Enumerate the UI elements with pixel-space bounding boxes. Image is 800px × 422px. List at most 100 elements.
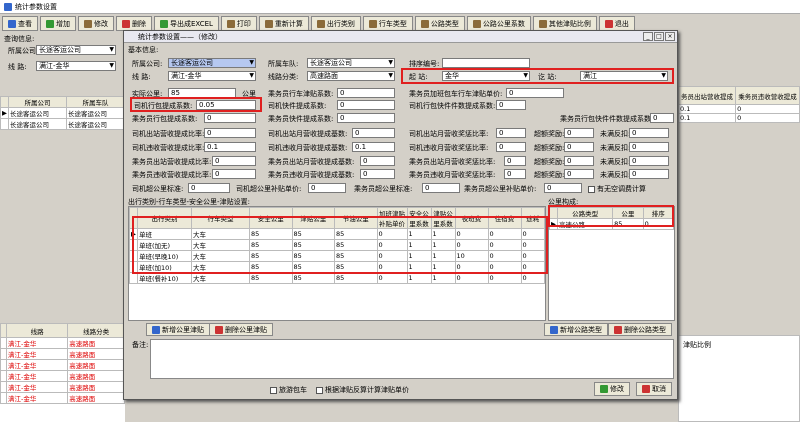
driver-overkm-std-input[interactable]: 0 xyxy=(188,183,230,193)
table-row[interactable]: 满江-金华 高速路面 xyxy=(0,337,125,349)
crew-out-rate-input[interactable]: 0 xyxy=(212,156,256,166)
query-line-label: 线 路: xyxy=(8,63,27,71)
driver-out-ratio-input[interactable]: 0 xyxy=(496,128,526,138)
driver-in-ratio-input[interactable]: 0 xyxy=(496,142,526,152)
driver-parcel-coef-input[interactable]: 0.05 xyxy=(196,100,256,110)
crew-out-bonus-input[interactable]: 0 xyxy=(564,156,594,166)
no-ac-checkbox[interactable]: 有无空调费计算 xyxy=(588,184,646,194)
driver-in-base-input[interactable]: 0.1 xyxy=(352,142,395,152)
query-company-select[interactable]: 长途客运公司 xyxy=(36,45,116,55)
road-coef-button[interactable]: 公路公里系数 xyxy=(466,16,531,31)
reverse-check-icon xyxy=(316,386,323,394)
basic-info-title: 基本信息: xyxy=(128,46,159,54)
crew-in-deduct-input[interactable]: 0 xyxy=(629,169,669,179)
driver-overkm-price-input[interactable]: 0 xyxy=(308,183,346,193)
table-row[interactable]: 0.1 0 xyxy=(677,104,800,114)
crew-out-base-input[interactable]: 0 xyxy=(360,156,395,166)
delete-icon xyxy=(122,19,130,28)
driver-express-coef-input[interactable]: 0 xyxy=(337,100,395,110)
trip-rows-highlight xyxy=(132,216,548,274)
add-icon xyxy=(550,325,558,334)
dialog-title: 统计参数设置——（修改） xyxy=(138,33,222,41)
add-trip-button[interactable]: 新增公里津贴 xyxy=(146,323,210,336)
delete-trip-button[interactable]: 删除公里津贴 xyxy=(209,323,273,336)
table-row[interactable]: 满江-金华 高速路面 xyxy=(0,348,125,360)
folder-icon xyxy=(420,19,429,28)
driver-in-deduct-input[interactable]: 0 xyxy=(629,142,669,152)
table-row[interactable]: 满江-金华 高速路面 xyxy=(0,381,125,393)
crew-allowance-coef-input[interactable]: 0 xyxy=(337,88,395,98)
driver-out-base-input[interactable]: 0 xyxy=(352,128,395,138)
table-row[interactable]: 单班(餐补10) 大车 85 85 85 0 1 1 0 0 0 xyxy=(129,272,546,284)
table-row[interactable]: 满江-金华 高速路面 xyxy=(0,392,125,404)
print-button[interactable]: 打印 xyxy=(220,16,257,31)
no-ac-check-icon xyxy=(588,185,595,193)
delete-icon xyxy=(215,325,223,334)
delete-road-button[interactable]: 删除公路类型 xyxy=(608,323,672,336)
reverse-calc-checkbox[interactable]: 根据津贴反算计算津贴单价 xyxy=(316,385,409,395)
close-icon[interactable]: × xyxy=(665,32,675,41)
crew-out-deduct-input[interactable]: 0 xyxy=(629,156,669,166)
add-road-button[interactable]: 新增公路类型 xyxy=(544,323,608,336)
cancel-button[interactable]: 取消 xyxy=(636,382,672,396)
crew-express-coef-input[interactable]: 0 xyxy=(337,113,395,123)
end-station-select[interactable]: 满江 xyxy=(580,71,668,81)
line-type-select[interactable]: 高速路面 xyxy=(307,71,395,81)
crew-in-rate-input[interactable]: 0 xyxy=(212,169,256,179)
check-icon xyxy=(600,385,608,393)
crew-out-ratio-input[interactable]: 0 xyxy=(504,156,526,166)
table-row[interactable]: 长途客运公司 长途客运公司 xyxy=(0,118,125,130)
allowance-ratio-button[interactable]: 其他津贴比例 xyxy=(532,16,597,31)
folder-icon xyxy=(472,19,481,28)
recalc-button[interactable]: 重新计算 xyxy=(258,16,309,31)
crew-overkm-std-input[interactable]: 0 xyxy=(422,183,460,193)
crew-overtime-price-input[interactable]: 0 xyxy=(506,88,564,98)
delete-button[interactable]: 删除 xyxy=(116,16,152,31)
edit-button[interactable]: 修改 xyxy=(78,16,114,31)
confirm-edit-button[interactable]: 修改 xyxy=(594,382,630,396)
bg-table: 所属公司 所属车队 ▶ 长途客运公司 长途客运公司 长途客运公司 长途客运公司 xyxy=(0,96,125,130)
table-row[interactable]: 满江-金华 高速路面 xyxy=(0,370,125,382)
team-select[interactable]: 长途客运公司 xyxy=(307,58,395,68)
sort-number-input[interactable] xyxy=(442,58,530,68)
table-row[interactable]: 0.1 0 xyxy=(677,113,800,123)
table-row[interactable]: ▶ 长途客运公司 长途客运公司 xyxy=(0,107,125,119)
company-select[interactable]: 长途客运公司 xyxy=(168,58,256,68)
tour-charter-checkbox[interactable]: 旅游包车 xyxy=(270,385,307,395)
driver-out-deduct-input[interactable]: 0 xyxy=(629,128,669,138)
start-station-select[interactable]: 金华 xyxy=(442,71,530,81)
cancel-icon xyxy=(642,385,650,393)
add-button[interactable]: 增加 xyxy=(40,16,76,31)
crew-in-bonus-input[interactable]: 0 xyxy=(564,169,594,179)
view-button[interactable]: 查看 xyxy=(2,16,38,31)
crew-overkm-price-input[interactable]: 0 xyxy=(544,183,582,193)
query-line-select[interactable]: 满江-金华 xyxy=(36,61,116,71)
crew-piece-coef-input[interactable]: 0 xyxy=(650,113,674,123)
driver-piece-coef-input[interactable]: 0 xyxy=(496,100,526,110)
table-row[interactable]: 满江-金华 高速路面 xyxy=(0,359,125,371)
vehicle-type-button[interactable]: 行车类型 xyxy=(362,16,413,31)
remark-textarea[interactable] xyxy=(150,339,674,379)
bg-bottom-table: 线路 线路分类 满江-金华 高速路面 满江-金华 高速路面 满江-金华 高速路面 满江-… xyxy=(0,323,125,422)
crew-in-ratio-input[interactable]: 0 xyxy=(504,169,526,179)
driver-out-rate-input[interactable]: 0 xyxy=(204,128,256,138)
driver-out-bonus-input[interactable]: 0 xyxy=(564,128,594,138)
bg-right-table: 务员出站营收提成 乘务员违收营收提成 0.1 0 0.1 0 xyxy=(677,86,800,123)
bg-col-team: 所属车队 xyxy=(66,96,125,108)
export-excel-button[interactable]: 导出成EXCEL xyxy=(154,16,219,31)
exit-button[interactable]: 退出 xyxy=(598,16,635,31)
line-select[interactable]: 满江-金华 xyxy=(168,71,256,81)
edit-icon xyxy=(84,19,92,28)
driver-in-bonus-input[interactable]: 0 xyxy=(564,142,594,152)
trip-category-button[interactable]: 出行类别 xyxy=(310,16,361,31)
road-type-button[interactable]: 公路类型 xyxy=(414,16,465,31)
driver-in-rate-input[interactable]: 0.1 xyxy=(204,142,256,152)
basic-info-panel: 基本信息: 所属公司: 长途客运公司 所属车队: 长途客运公司 排序编号: 线 … xyxy=(124,43,679,198)
crew-parcel-coef-input[interactable]: 0 xyxy=(204,113,256,123)
folder-icon xyxy=(316,19,325,28)
crew-in-base-input[interactable]: 0 xyxy=(360,169,395,179)
app-title: 统计参数设置 xyxy=(15,2,57,11)
app-icon xyxy=(4,2,12,11)
maximize-icon[interactable]: □ xyxy=(654,32,664,41)
minimize-icon[interactable]: _ xyxy=(643,32,653,41)
